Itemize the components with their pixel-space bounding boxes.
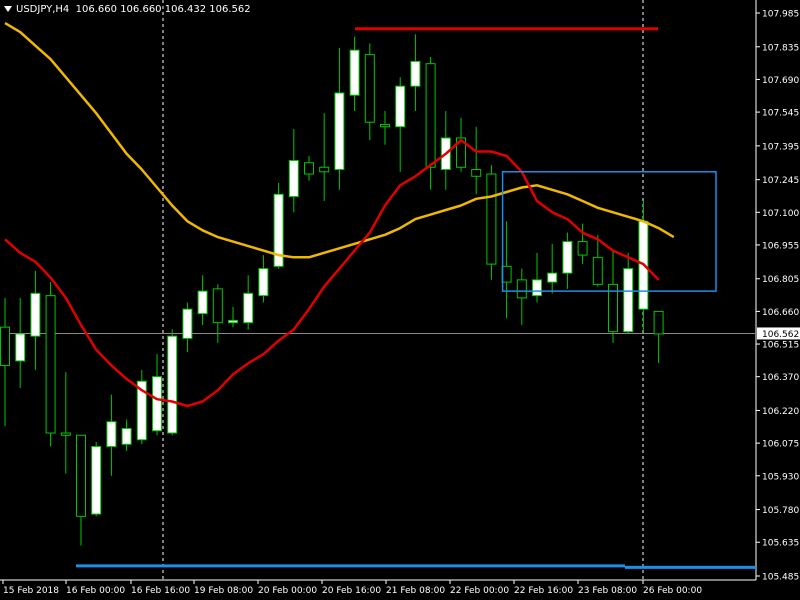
y-tick-label: 106.660 [762, 308, 799, 318]
x-tick-label: 16 Feb 00:00 [66, 586, 125, 596]
x-tick-label: 22 Feb 16:00 [514, 586, 573, 596]
fast-moving-average-line [4, 138, 660, 408]
candle-body [197, 290, 208, 315]
candle-body [577, 241, 588, 256]
y-tick-label: 107.545 [762, 109, 799, 119]
candle-body [532, 279, 542, 297]
candle-body [152, 376, 162, 432]
x-tick-label: 22 Feb 00:00 [450, 586, 509, 596]
candle-body [653, 310, 664, 335]
y-tick-label: 106.370 [762, 373, 799, 383]
x-tick-label: 15 Feb 2018 [3, 586, 59, 596]
candle-body [30, 292, 41, 337]
y-tick-label: 105.635 [762, 539, 799, 549]
candle-body [334, 92, 345, 171]
candle-body [410, 60, 421, 87]
candle-body [182, 308, 193, 339]
candle-body [425, 63, 436, 168]
candle-body [91, 446, 102, 515]
y-tick-label: 107.835 [762, 43, 799, 53]
candle-body [212, 288, 223, 324]
candle-body [547, 272, 558, 283]
y-tick-label: 105.485 [762, 573, 799, 583]
candle-body [228, 319, 238, 324]
candle-body [349, 49, 360, 96]
y-tick-label: 107.690 [762, 76, 799, 86]
candle-body [288, 160, 299, 198]
candle-body [380, 123, 390, 128]
candle-body [501, 265, 512, 283]
candle-body [516, 279, 527, 299]
candle-body [60, 432, 71, 436]
candle-body [258, 268, 269, 297]
y-tick-label: 106.955 [762, 241, 799, 251]
candle-body [106, 421, 117, 448]
y-tick-label: 107.395 [762, 142, 799, 152]
candle-body [486, 173, 497, 265]
y-tick-label: 106.220 [762, 407, 799, 417]
candle-body [623, 268, 634, 333]
candle-body [76, 434, 86, 517]
x-tick-label: 26 Feb 00:00 [643, 586, 702, 596]
candle-body [592, 256, 603, 285]
y-tick-label: 105.780 [762, 506, 799, 516]
candle-body [167, 335, 178, 434]
candle-body [319, 166, 330, 173]
x-tick-label: 20 Feb 16:00 [322, 586, 381, 596]
price-chart[interactable]: 107.985 107.835 107.690 107.545 107.395 107.2… [0, 0, 800, 600]
rectangle-annotation [501, 171, 717, 292]
candle-body [364, 54, 375, 123]
candles-group [0, 34, 664, 546]
y-tick-label: 107.100 [762, 209, 799, 219]
candle-body [121, 427, 132, 445]
candle-body [15, 333, 26, 362]
y-tick-label: 107.985 [762, 10, 799, 20]
current-price-label: 106.562 [762, 330, 799, 340]
candle-body [304, 162, 314, 175]
y-tick-label: 105.930 [762, 472, 799, 482]
y-tick-label: 106.075 [762, 440, 799, 450]
candle-body [243, 292, 254, 324]
y-tick-label: 106.515 [762, 341, 799, 351]
candle-body [0, 326, 10, 366]
x-tick-label: 23 Feb 08:00 [578, 586, 637, 596]
y-tick-label: 106.805 [762, 275, 799, 285]
candle-body [395, 85, 406, 128]
y-tick-label: 107.245 [762, 176, 799, 186]
x-tick-label: 19 Feb 08:00 [194, 586, 253, 596]
candle-body [471, 169, 482, 177]
x-tick-label: 16 Feb 16:00 [131, 586, 190, 596]
x-tick-label: 20 Feb 00:00 [258, 586, 317, 596]
candle-body [562, 241, 573, 274]
x-tick-label: 21 Feb 08:00 [386, 586, 445, 596]
candle-body [45, 295, 56, 434]
